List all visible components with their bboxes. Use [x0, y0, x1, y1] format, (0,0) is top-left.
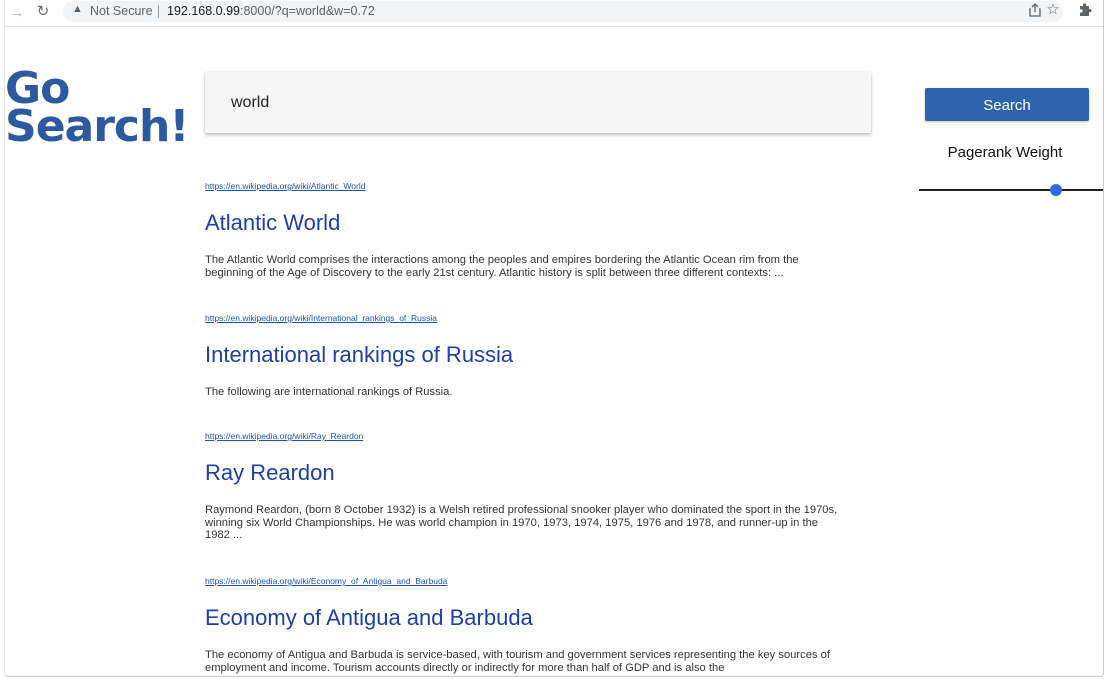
puzzle-glyph: [1080, 3, 1092, 17]
logo-line-2: Search!: [5, 101, 189, 152]
warning-triangle-icon[interactable]: ▲: [72, 3, 83, 15]
result-title[interactable]: International rankings of Russia: [205, 342, 845, 368]
search-button[interactable]: Search: [925, 88, 1089, 121]
puzzle-piece-icon[interactable]: [1077, 2, 1095, 20]
pagerank-weight-slider[interactable]: [919, 181, 1103, 201]
result-snippet: The economy of Antigua and Barbuda is se…: [205, 649, 830, 674]
address-bar[interactable]: ▲ Not Secure 192.168.0.99:8000/?q=world&…: [63, 1, 1063, 22]
slider-thumb[interactable]: [1049, 184, 1062, 196]
browser-window: → ↻ ▲ Not Secure 192.168.0.99:8000/?q=wo…: [4, 0, 1104, 677]
slider-track: [919, 189, 1103, 191]
share-glyph: [1029, 3, 1041, 17]
pagerank-weight-label: Pagerank Weight: [947, 144, 1063, 161]
url-host: 192.168.0.99: [167, 4, 240, 18]
result-snippet: Raymond Reardon, (born 8 October 1932) i…: [205, 504, 838, 541]
go-search-logo: Go Search!: [5, 67, 195, 152]
security-label[interactable]: Not Secure: [90, 4, 153, 18]
browser-toolbar: → ↻ ▲ Not Secure 192.168.0.99:8000/?q=wo…: [5, 0, 1103, 27]
result-url[interactable]: https://en.wikipedia.org/wiki/Atlantic_W…: [205, 180, 845, 192]
result-snippet: The following are international rankings…: [205, 386, 453, 398]
forward-arrow-icon[interactable]: →: [7, 2, 27, 22]
result-title[interactable]: Economy of Antigua and Barbuda: [205, 605, 845, 631]
address-divider: [158, 5, 159, 18]
search-box: [205, 72, 871, 133]
bookmark-star-icon[interactable]: ☆: [1045, 1, 1061, 19]
result-title[interactable]: Atlantic World: [205, 210, 845, 236]
result-item: https://en.wikipedia.org/wiki/Ray_Reardo…: [205, 430, 845, 575]
result-url[interactable]: https://en.wikipedia.org/wiki/Internatio…: [205, 312, 845, 324]
results-list: https://en.wikipedia.org/wiki/Atlantic_W…: [205, 180, 845, 674]
address-url[interactable]: 192.168.0.99:8000/?q=world&w=0.72: [167, 4, 375, 18]
result-url[interactable]: https://en.wikipedia.org/wiki/Economy_of…: [205, 575, 845, 587]
result-url[interactable]: https://en.wikipedia.org/wiki/Ray_Reardo…: [205, 430, 845, 442]
result-item: https://en.wikipedia.org/wiki/Economy_of…: [205, 575, 845, 674]
result-item: https://en.wikipedia.org/wiki/Atlantic_W…: [205, 180, 845, 312]
result-item: https://en.wikipedia.org/wiki/Internatio…: [205, 312, 845, 430]
search-input[interactable]: [231, 91, 831, 115]
reload-icon[interactable]: ↻: [33, 2, 53, 22]
share-icon[interactable]: [1028, 3, 1042, 17]
url-path: :8000/?q=world&w=0.72: [240, 4, 375, 18]
result-title[interactable]: Ray Reardon: [205, 460, 845, 486]
result-snippet: The Atlantic World comprises the interac…: [205, 254, 799, 279]
